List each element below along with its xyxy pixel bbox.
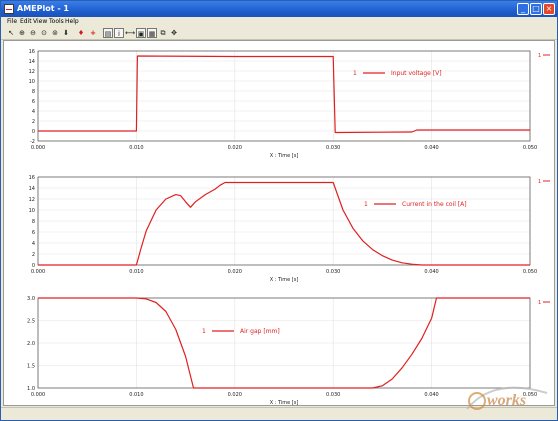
x-tick-label: 0.050	[523, 145, 537, 151]
plot-area[interactable]: -2 0 2 4 6 8 10 12 14 16 0.000 0.010 0.020 0.030 0.040…	[3, 40, 555, 406]
info-icon[interactable]: i	[114, 28, 124, 38]
legend-id: 1	[202, 328, 206, 335]
copy-icon[interactable]: ⧉	[158, 28, 168, 38]
x-tick-label: 0.030	[326, 269, 340, 275]
legend-label: Air gap [mm]	[240, 328, 280, 335]
legend-id: 1	[364, 201, 368, 208]
curve-marker-id: 1	[538, 179, 541, 185]
y-tick-label: 0	[32, 129, 35, 135]
y-tick-label: 6	[32, 230, 35, 236]
legend-label: Input voltage [V]	[391, 70, 442, 77]
y-tick-label: 2	[32, 252, 35, 258]
x-tick-label: 0.010	[129, 269, 143, 275]
y-tick-label: 16	[29, 49, 35, 55]
table-icon[interactable]: ▤	[103, 28, 113, 38]
y-tick-label: 3.0	[27, 296, 35, 302]
plots-canvas: -202468101214160.000 0.010 0.020 0.030 0.040…	[27, 49, 550, 406]
menu-help[interactable]: Help	[65, 17, 79, 27]
e-works-watermark: works	[466, 386, 548, 410]
x-tick-label: 0.000	[31, 145, 45, 151]
download-icon[interactable]: ⬇	[61, 28, 71, 38]
x-tick-label: 0.050	[523, 269, 537, 275]
x-tick-label: 0.000	[31, 392, 45, 398]
toolbar: ↖ ⊕ ⊖ ⊙ ⊚ ⬇ ♦ + ▤ i ⟷ ▣ ▦ ⧉ ✥	[1, 27, 557, 40]
y-tick-label: 4	[32, 241, 35, 247]
y-tick-label: 6	[32, 99, 35, 105]
x-axis-label: X : Time [s]	[270, 277, 299, 283]
app-window: AMEPlot - 1 _ □ × File Edit View Tools H…	[0, 0, 558, 421]
maximize-button[interactable]: □	[530, 3, 542, 15]
y-tick-label: 4	[32, 109, 35, 115]
x-tick-label: 0.030	[326, 392, 340, 398]
y-tick-label: 14	[29, 186, 35, 192]
y-tick-label: 12	[29, 197, 35, 203]
menu-bar: File Edit View Tools Help	[1, 17, 557, 27]
zoom-y-icon[interactable]: ⊚	[50, 28, 60, 38]
y-tick-label: 12	[29, 69, 35, 75]
x-axis-label: X : Time [s]	[270, 400, 299, 406]
zoom-in-icon[interactable]: ⊕	[17, 28, 27, 38]
curve-marker-id: 1	[538, 53, 541, 59]
menu-file[interactable]: File	[7, 17, 17, 27]
y-tick-label: 14	[29, 59, 35, 65]
red-cross-icon[interactable]: +	[88, 28, 98, 38]
zoom-x-icon[interactable]: ⊙	[39, 28, 49, 38]
app-icon	[4, 4, 14, 14]
legend-id: 1	[353, 70, 357, 77]
x-axis-label: X : Time [s]	[270, 153, 299, 159]
y-tick-label: 8	[32, 89, 35, 95]
axes-frame	[37, 50, 531, 142]
menu-tools[interactable]: Tools	[49, 17, 64, 27]
y-tick-label: 10	[29, 208, 35, 214]
export-image-icon[interactable]: ▣	[136, 28, 146, 38]
menu-edit[interactable]: Edit	[20, 17, 32, 27]
close-button[interactable]: ×	[543, 3, 555, 15]
x-tick-label: 0.040	[424, 269, 438, 275]
x-tick-label: 0.040	[424, 392, 438, 398]
title-bar[interactable]: AMEPlot - 1 _ □ ×	[1, 1, 557, 17]
x-tick-label: 0.010	[129, 392, 143, 398]
y-tick-label: 16	[29, 175, 35, 181]
y-tick-label: 2	[32, 119, 35, 125]
window-title: AMEPlot - 1	[17, 4, 69, 13]
x-tick-label: 0.020	[228, 145, 242, 151]
menu-view[interactable]: View	[33, 17, 47, 27]
pointer-icon[interactable]: ↖	[6, 28, 16, 38]
y-tick-label: 2.5	[27, 319, 35, 325]
y-tick-label: 10	[29, 79, 35, 85]
x-tick-label: 0.040	[424, 145, 438, 151]
minimize-button[interactable]: _	[517, 3, 529, 15]
y-tick-label: 1.5	[27, 364, 35, 370]
pan-icon[interactable]: ✥	[169, 28, 179, 38]
svg-text:works: works	[487, 392, 526, 409]
y-tick-label: 8	[32, 219, 35, 225]
x-tick-label: 0.020	[228, 392, 242, 398]
x-tick-label: 0.030	[326, 145, 340, 151]
curve-marker-id: 1	[538, 300, 541, 306]
y-tick-label: 2.0	[27, 341, 35, 347]
x-tick-label: 0.010	[129, 145, 143, 151]
red-marker-icon[interactable]: ♦	[76, 28, 86, 38]
series-line	[38, 181, 530, 266]
legend-label: Current in the coil [A]	[402, 201, 467, 208]
axis-icon[interactable]: ⟷	[125, 28, 135, 38]
zoom-out-icon[interactable]: ⊖	[28, 28, 38, 38]
x-tick-label: 0.000	[31, 269, 45, 275]
grid-icon[interactable]: ▦	[147, 28, 157, 38]
x-tick-label: 0.020	[228, 269, 242, 275]
